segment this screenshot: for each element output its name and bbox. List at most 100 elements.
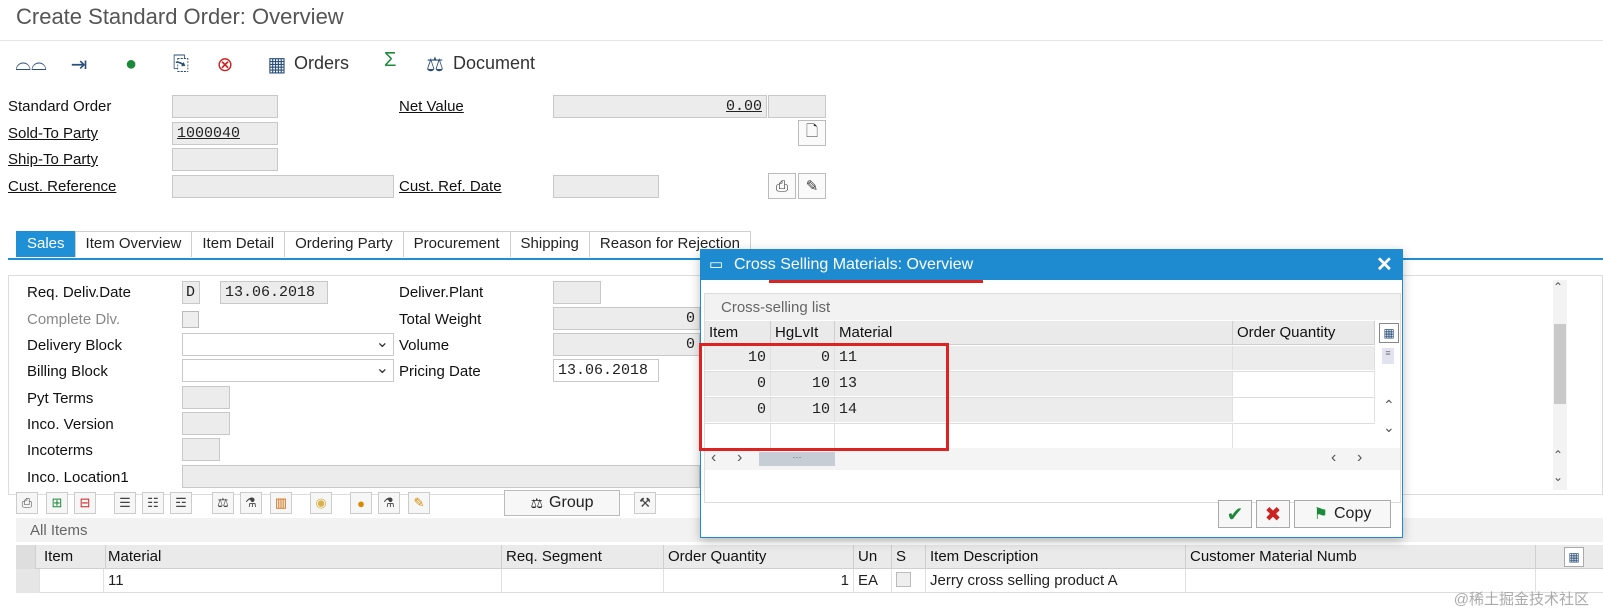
scroll-up-icon[interactable]: ⌃ bbox=[1553, 448, 1563, 462]
col-status[interactable]: S bbox=[892, 545, 926, 569]
col-item-description[interactable]: Item Description bbox=[926, 545, 1186, 569]
scroll-thumb[interactable]: ≡ bbox=[1382, 348, 1394, 364]
billing-block-dropdown[interactable] bbox=[182, 358, 394, 382]
delivery-block-dropdown[interactable] bbox=[182, 332, 394, 356]
edit-doc-icon[interactable]: ✎ bbox=[798, 173, 826, 199]
deliver-plant-field[interactable] bbox=[553, 281, 601, 304]
cust-reference-field[interactable] bbox=[172, 175, 394, 198]
chart-icon[interactable]: ▥ bbox=[270, 492, 292, 514]
tab-procurement[interactable]: Procurement bbox=[402, 231, 511, 257]
col-material[interactable]: Material bbox=[835, 321, 1233, 345]
business-partner-icon[interactable]: ● bbox=[118, 51, 144, 77]
document-page-icon[interactable]: 🗋 bbox=[798, 120, 826, 146]
complete-dlv-checkbox[interactable] bbox=[182, 311, 199, 328]
row-selector[interactable] bbox=[16, 569, 40, 593]
incoterms-field[interactable] bbox=[182, 438, 220, 461]
row-selector-header[interactable] bbox=[16, 545, 36, 569]
cell-status[interactable] bbox=[892, 569, 926, 593]
close-icon[interactable]: ✕ bbox=[1376, 252, 1393, 277]
tools-icon[interactable]: ⚒ bbox=[634, 492, 656, 514]
cell-item[interactable] bbox=[40, 569, 104, 593]
cell-unit[interactable]: EA bbox=[854, 569, 892, 593]
insert-row-icon[interactable]: ⊞ bbox=[46, 492, 68, 514]
col-unit[interactable]: Un bbox=[854, 545, 892, 569]
scroll-right-icon[interactable]: › bbox=[737, 449, 742, 467]
cell-order-quantity[interactable] bbox=[1233, 398, 1375, 422]
status-overview-icon[interactable]: ⊗ bbox=[212, 51, 238, 77]
tab-item-overview[interactable]: Item Overview bbox=[74, 231, 193, 257]
scroll-right-icon[interactable]: › bbox=[1357, 449, 1362, 467]
notes-icon[interactable]: ✎ bbox=[408, 492, 430, 514]
req-deliv-format-field[interactable]: D bbox=[182, 281, 200, 304]
standard-order-field[interactable] bbox=[172, 95, 278, 118]
deselect-icon[interactable]: ☲ bbox=[170, 492, 192, 514]
scroll-down-icon[interactable]: ⌄ bbox=[1553, 470, 1563, 484]
tab-item-detail[interactable]: Item Detail bbox=[191, 231, 286, 257]
cell-order-quantity[interactable] bbox=[1233, 372, 1375, 396]
document-icon[interactable]: ⚖ bbox=[422, 51, 448, 77]
list-vertical-scrollbar[interactable]: ≡ ⌃ ⌄ bbox=[1379, 347, 1399, 447]
item-detail-icon[interactable]: ⎙ bbox=[16, 492, 38, 514]
cancel-button[interactable]: ✖ bbox=[1256, 500, 1290, 528]
table-row[interactable]: 11 1 EA Jerry cross selling product A bbox=[16, 569, 1603, 593]
lab-icon[interactable]: ⚗ bbox=[378, 492, 400, 514]
confirm-button[interactable]: ✔ bbox=[1218, 500, 1252, 528]
col-item[interactable]: Item bbox=[705, 321, 771, 345]
cell-req-segment[interactable] bbox=[502, 569, 664, 593]
sold-to-field[interactable]: 1000040 bbox=[172, 122, 278, 145]
enter-icon[interactable]: ⇥ bbox=[66, 51, 92, 77]
copy-button[interactable]: ⚑ Copy bbox=[1294, 500, 1391, 528]
orders-table-icon[interactable]: ▦ bbox=[264, 51, 290, 77]
column-settings-icon[interactable]: ▦ bbox=[1564, 547, 1584, 567]
pyt-terms-field[interactable] bbox=[182, 386, 230, 409]
scroll-thumb[interactable] bbox=[1554, 324, 1566, 404]
inco-location-field[interactable] bbox=[182, 465, 700, 488]
currency-field[interactable] bbox=[768, 95, 826, 118]
ship-to-field[interactable] bbox=[172, 148, 278, 171]
col-material[interactable]: Material bbox=[104, 545, 502, 569]
scroll-up-icon[interactable]: ⌃ bbox=[1553, 280, 1563, 294]
sum-icon[interactable]: Σ bbox=[384, 49, 396, 72]
scroll-down-icon[interactable]: ⌄ bbox=[1383, 419, 1395, 436]
pricing-icon[interactable]: ● bbox=[350, 492, 372, 514]
cell-order-quantity[interactable]: 1 bbox=[664, 569, 854, 593]
tab-ordering-party[interactable]: Ordering Party bbox=[284, 231, 404, 257]
col-item[interactable]: Item bbox=[40, 545, 106, 569]
volume-field[interactable]: 0 bbox=[553, 333, 700, 356]
col-customer-material[interactable]: Customer Material Numb bbox=[1186, 545, 1536, 569]
h-scroll-thumb[interactable]: ⋯ bbox=[759, 452, 835, 466]
sales-panel-scrollbar[interactable]: ⌃ ⌃ ⌄ bbox=[1553, 280, 1567, 490]
cust-ref-date-field[interactable] bbox=[553, 175, 659, 198]
cell-item-description[interactable]: Jerry cross selling product A bbox=[926, 569, 1186, 593]
scroll-up-icon[interactable]: ⌃ bbox=[1383, 397, 1395, 414]
net-value-field[interactable]: 0.00 bbox=[553, 95, 767, 118]
col-req-segment[interactable]: Req. Segment bbox=[502, 545, 664, 569]
document-button[interactable]: Document bbox=[453, 53, 535, 74]
col-hglvit[interactable]: HgLvIt bbox=[771, 321, 835, 345]
cell-order-quantity[interactable] bbox=[1233, 346, 1375, 370]
display-doc-icon[interactable]: ⎙ bbox=[768, 173, 796, 199]
tab-sales[interactable]: Sales bbox=[16, 231, 76, 257]
configuration-icon[interactable]: ⚖ bbox=[212, 492, 234, 514]
total-weight-field[interactable]: 0 bbox=[553, 307, 700, 330]
pricing-date-field[interactable]: 13.06.2018 bbox=[553, 359, 659, 382]
list-horizontal-scrollbar[interactable]: ‹ › ⋯ ‹ › bbox=[705, 448, 1400, 470]
group-button[interactable]: ⚖ Group bbox=[504, 490, 620, 516]
inco-version-field[interactable] bbox=[182, 412, 230, 435]
cell-material[interactable]: 11 bbox=[104, 569, 502, 593]
delete-row-icon[interactable]: ⊟ bbox=[74, 492, 96, 514]
scroll-left-icon[interactable]: ‹ bbox=[711, 449, 716, 467]
status-checkbox[interactable] bbox=[896, 572, 911, 587]
col-order-quantity[interactable]: Order Quantity bbox=[1233, 321, 1375, 345]
tab-shipping[interactable]: Shipping bbox=[509, 231, 590, 257]
coins-icon[interactable]: ◉ bbox=[310, 492, 332, 514]
select-all-icon[interactable]: ☰ bbox=[114, 492, 136, 514]
col-order-quantity[interactable]: Order Quantity bbox=[664, 545, 854, 569]
display-glasses-icon[interactable]: ⌓⌓ bbox=[15, 51, 47, 77]
orders-button[interactable]: Orders bbox=[294, 53, 349, 74]
scroll-left-icon[interactable]: ‹ bbox=[1331, 449, 1336, 467]
select-block-icon[interactable]: ☷ bbox=[142, 492, 164, 514]
req-deliv-date-field[interactable]: 13.06.2018 bbox=[220, 281, 328, 304]
document-flow-icon[interactable]: ⎘ bbox=[168, 51, 194, 77]
column-settings-icon[interactable]: ▦ bbox=[1379, 323, 1399, 343]
